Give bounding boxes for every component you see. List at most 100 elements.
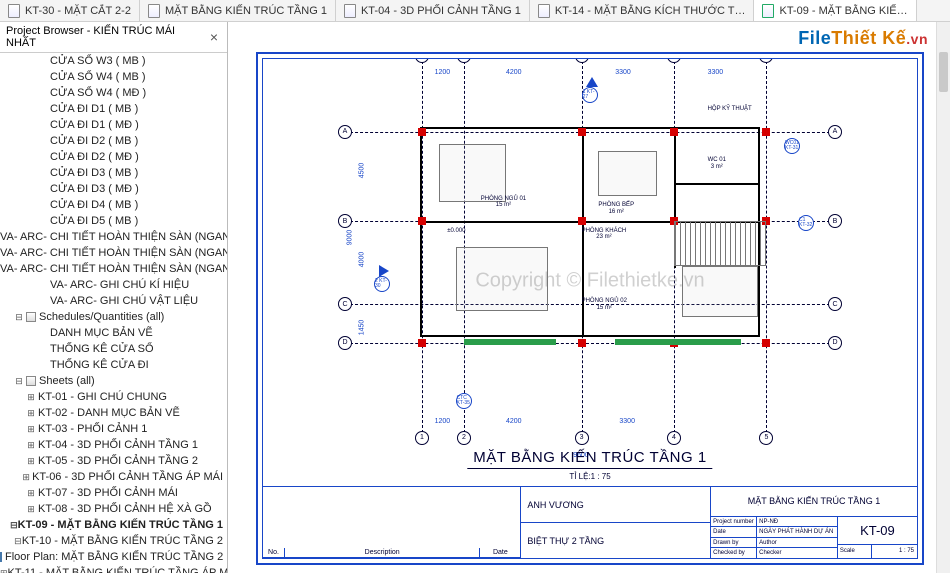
tree-item-label: KT-04 - 3D PHỐI CẢNH TẦNG 1 (38, 438, 198, 452)
project-browser: Project Browser - KIẾN TRÚC MÁI NHẤT × C… (0, 22, 228, 573)
section-marker: C1 KT-32 (798, 215, 818, 235)
section-marker: 2 KT-30 (374, 266, 394, 286)
expander-icon[interactable]: ⊟ (12, 374, 26, 388)
tree-item[interactable]: CỬA ĐI D3 ( MB ) (0, 165, 227, 181)
tree-item[interactable]: ⊞KT-11 - MẶT BẰNG KIẾN TRÚC TẦNG ÁP MÁI (0, 565, 227, 573)
expander-icon[interactable]: ⊞ (24, 422, 38, 436)
tree-item[interactable]: ⊞KT-03 - PHỐI CẢNH 1 (0, 421, 227, 437)
expander-icon[interactable]: ⊞ (24, 454, 38, 468)
drawing-canvas[interactable]: FileThiết Kế.vn (228, 22, 950, 573)
tb-label: Drawn by (711, 538, 757, 548)
grid-bubble: 4 (667, 431, 681, 445)
tree-item-label: VA- ARC- CHI TIẾT HOÀN THIỆN SÀN (NGANG)… (0, 262, 227, 276)
tree-item[interactable]: VA- ARC- GHI CHÚ VẬT LIỆU (0, 293, 227, 309)
tree-item[interactable]: CỬA ĐI D4 ( MB ) (0, 197, 227, 213)
tree-item[interactable]: CỬA ĐI D2 ( MĐ ) (0, 149, 227, 165)
tree-item-label: VA- ARC- CHI TIẾT HOÀN THIỆN SÀN (NGANG)… (0, 230, 227, 244)
expander-icon[interactable]: ⊞ (24, 502, 38, 516)
doc-icon (538, 4, 550, 18)
tree-group[interactable]: ⊟Sheets (all) (0, 373, 227, 389)
tree-item[interactable]: DANH MỤC BẢN VẼ (0, 325, 227, 341)
rev-col-desc: Description (285, 548, 480, 557)
expander-icon[interactable]: ⊟ (12, 310, 26, 324)
tree-item[interactable]: ⊞KT-02 - DANH MỤC BẢN VẼ (0, 405, 227, 421)
tree-item[interactable]: Floor Plan: MẶT BẰNG KIẾN TRÚC TẦNG 2 (0, 549, 227, 565)
tab-label: KT-09 - MẶT BẰNG KIẾ… (779, 5, 907, 17)
section-marker: CTC KT-35 (456, 393, 476, 413)
tree-item-label: KT-10 - MẶT BẰNG KIẾN TRÚC TẦNG 2 (22, 534, 223, 548)
tree-item[interactable]: VA- ARC- GHI CHÚ KÍ HIỆU (0, 277, 227, 293)
dimension: 9000 (346, 230, 353, 246)
room-label: PHÒNG NGỦ 0115 m² (481, 196, 526, 209)
logo-part: .vn (906, 31, 928, 47)
tree-item-label: VA- ARC- CHI TIẾT HOÀN THIỆN SÀN (NGANG)… (0, 246, 227, 260)
grid-bubble: 4 (667, 59, 681, 63)
expander-icon[interactable]: ⊞ (0, 566, 8, 573)
tree-item[interactable]: ⊞KT-06 - 3D PHỐI CẢNH TẦNG ÁP MÁI (0, 469, 227, 485)
tab-kt04[interactable]: KT-04 - 3D PHỐI CẢNH TẦNG 1 (336, 0, 530, 21)
tab-mbkt1[interactable]: MẶT BẰNG KIẾN TRÚC TẦNG 1 (140, 0, 336, 21)
tree-item-label: VA- ARC- GHI CHÚ VẬT LIỆU (50, 294, 198, 308)
project-browser-tree[interactable]: CỬA SỔ W3 ( MB )CỬA SỔ W4 ( MB )CỬA SỔ W… (0, 53, 227, 573)
tree-item[interactable]: ⊟KT-09 - MẶT BẰNG KIẾN TRÚC TẦNG 1 (0, 517, 227, 533)
scale-label: Scale (838, 545, 872, 558)
tab-label: KT-30 - MẶT CẮT 2-2 (25, 5, 131, 17)
tree-item[interactable]: CỬA ĐI D2 ( MB ) (0, 133, 227, 149)
tree-item-label: CỬA ĐI D2 ( MĐ ) (50, 150, 139, 164)
grid-bubble: 3 (575, 59, 589, 63)
expander-icon[interactable]: ⊞ (24, 390, 38, 404)
tree-item[interactable]: CỬA ĐI D1 ( MĐ ) (0, 117, 227, 133)
expander-icon[interactable]: ⊟ (10, 518, 18, 532)
tree-item-label: THỐNG KÊ CỬA SỔ (50, 342, 154, 356)
tree-item-label: CỬA SỔ W3 ( MB ) (50, 54, 146, 68)
tree-item[interactable]: THỐNG KÊ CỬA ĐI (0, 357, 227, 373)
tree-item[interactable]: CỬA ĐI D3 ( MĐ ) (0, 181, 227, 197)
tree-item[interactable]: CỬA SỔ W3 ( MB ) (0, 53, 227, 69)
dimension: 3300 (619, 418, 635, 425)
tree-item[interactable]: VA- ARC- CHI TIẾT HOÀN THIỆN SÀN (NGANG)… (0, 229, 227, 245)
tb-value: NGÀY PHÁT HÀNH DỰ ÁN (757, 527, 837, 537)
scrollbar-vertical[interactable] (936, 22, 950, 573)
tree-item[interactable]: ⊟KT-10 - MẶT BẰNG KIẾN TRÚC TẦNG 2 (0, 533, 227, 549)
tab-kt30[interactable]: KT-30 - MẶT CẮT 2-2 (0, 0, 140, 21)
tree-item[interactable]: ⊞KT-04 - 3D PHỐI CẢNH TẦNG 1 (0, 437, 227, 453)
tree-item-label: KT-11 - MẶT BẰNG KIẾN TRÚC TẦNG ÁP MÁI (8, 566, 227, 573)
expander-icon[interactable]: ⊞ (24, 406, 38, 420)
rev-col-date: Date (480, 548, 520, 557)
expander-icon[interactable]: ⊞ (24, 486, 38, 500)
tree-item[interactable]: ⊞KT-08 - 3D PHỐI CẢNH HỆ XÀ GỒ (0, 501, 227, 517)
tab-kt09[interactable]: KT-09 - MẶT BẰNG KIẾ… (754, 0, 916, 21)
tree-item[interactable]: CỬA ĐI D1 ( MB ) (0, 101, 227, 117)
doc-icon (8, 4, 20, 18)
view-title-text: MẶT BẰNG KIẾN TRÚC TẦNG 1 (467, 449, 712, 469)
close-icon[interactable]: × (207, 29, 221, 45)
sheet-border: A B C D A B C D 1 2 3 4 5 1 (256, 52, 924, 565)
logo-part: File (798, 28, 831, 48)
tab-kt14[interactable]: KT-14 - MẶT BẰNG KÍCH THƯỚC T… (530, 0, 755, 21)
tb-label: Project number (711, 517, 757, 527)
expander-icon[interactable]: ⊟ (14, 534, 22, 548)
tree-item-label: CỬA ĐI D4 ( MB ) (50, 198, 138, 212)
tree-item[interactable]: ⊞KT-01 - GHI CHÚ CHUNG (0, 389, 227, 405)
tree-item-label: CỬA ĐI D3 ( MĐ ) (50, 182, 139, 196)
tree-item[interactable]: CỬA ĐI D5 ( MB ) (0, 213, 227, 229)
doc-icon (148, 4, 160, 18)
tree-item[interactable]: ⊞KT-05 - 3D PHỐI CẢNH TẦNG 2 (0, 453, 227, 469)
tree-item[interactable]: CỬA SỔ W4 ( MĐ ) (0, 85, 227, 101)
tree-item[interactable]: ⊞KT-07 - 3D PHỐI CẢNH MÁI (0, 485, 227, 501)
viewport[interactable]: A B C D A B C D 1 2 3 4 5 1 (263, 59, 917, 486)
tree-item-label: CỬA ĐI D3 ( MB ) (50, 166, 138, 180)
expander-icon[interactable]: ⊞ (24, 438, 38, 452)
tree-item[interactable]: VA- ARC- CHI TIẾT HOÀN THIỆN SÀN (NGANG)… (0, 261, 227, 277)
scrollbar-thumb[interactable] (939, 52, 948, 92)
tree-item-label: KT-01 - GHI CHÚ CHUNG (38, 390, 167, 404)
tree-item-label: Schedules/Quantities (all) (39, 310, 164, 324)
tree-group[interactable]: ⊟ Schedules/Quantities (all) (0, 309, 227, 325)
tree-item[interactable]: VA- ARC- CHI TIẾT HOÀN THIỆN SÀN (NGANG)… (0, 245, 227, 261)
tree-item[interactable]: THỐNG KÊ CỬA SỔ (0, 341, 227, 357)
tree-item[interactable]: CỬA SỔ W4 ( MB ) (0, 69, 227, 85)
tb-value: NP-NĐ (757, 517, 837, 527)
tree-item-label: CỬA ĐI D1 ( MĐ ) (50, 118, 139, 132)
expander-icon[interactable]: ⊞ (20, 470, 32, 484)
dimension: 1200 (435, 418, 451, 425)
